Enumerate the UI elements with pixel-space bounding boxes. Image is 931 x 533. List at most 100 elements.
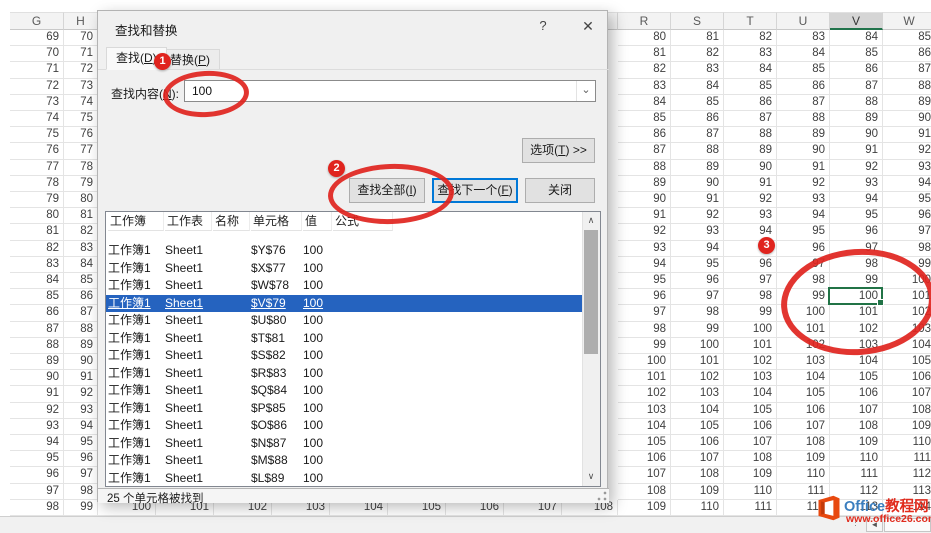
- cell-R12[interactable]: 91: [618, 208, 671, 224]
- cell-V3[interactable]: 86: [830, 62, 883, 78]
- cell-W25[interactable]: 109: [883, 419, 931, 435]
- cell-G22[interactable]: 90: [10, 370, 64, 386]
- cell-T28[interactable]: 109: [724, 467, 777, 483]
- cell-S26[interactable]: 106: [671, 435, 724, 451]
- cell-R1[interactable]: 80: [618, 30, 671, 46]
- result-row-W78[interactable]: 工作簿1Sheet1$W$78100: [106, 277, 584, 295]
- cell-R17[interactable]: 96: [618, 289, 671, 305]
- cell-U6[interactable]: 88: [777, 111, 830, 127]
- cell-H5[interactable]: 74: [64, 95, 98, 111]
- cell-G7[interactable]: 75: [10, 127, 64, 143]
- cell-V11[interactable]: 94: [830, 192, 883, 208]
- cell-W2[interactable]: 86: [883, 46, 931, 62]
- cell-G19[interactable]: 87: [10, 322, 64, 338]
- cell-S21[interactable]: 101: [671, 354, 724, 370]
- cell-T27[interactable]: 108: [724, 451, 777, 467]
- cell-V8[interactable]: 91: [830, 143, 883, 159]
- column-header-H[interactable]: H: [64, 12, 98, 30]
- cell-H2[interactable]: 71: [64, 46, 98, 62]
- cell-H20[interactable]: 89: [64, 338, 98, 354]
- cell-T29[interactable]: 110: [724, 484, 777, 500]
- cell-R26[interactable]: 105: [618, 435, 671, 451]
- cell-T2[interactable]: 83: [724, 46, 777, 62]
- cell-T19[interactable]: 100: [724, 322, 777, 338]
- cell-W13[interactable]: 97: [883, 224, 931, 240]
- cell-S13[interactable]: 93: [671, 224, 724, 240]
- cell-G3[interactable]: 71: [10, 62, 64, 78]
- cell-S16[interactable]: 96: [671, 273, 724, 289]
- results-column-header[interactable]: 工作表: [165, 212, 212, 231]
- close-button[interactable]: 关闭: [525, 178, 595, 203]
- cell-S1[interactable]: 81: [671, 30, 724, 46]
- cell-U24[interactable]: 106: [777, 403, 830, 419]
- cell-G26[interactable]: 94: [10, 435, 64, 451]
- cell-H3[interactable]: 72: [64, 62, 98, 78]
- cell-H7[interactable]: 76: [64, 127, 98, 143]
- column-header-V[interactable]: V: [830, 12, 883, 30]
- cell-T15[interactable]: 96: [724, 257, 777, 273]
- cell-T25[interactable]: 106: [724, 419, 777, 435]
- cell-W23[interactable]: 107: [883, 386, 931, 402]
- cell-R30[interactable]: 109: [618, 500, 671, 516]
- result-row-L89[interactable]: 工作簿1Sheet1$L$89100: [106, 470, 584, 488]
- cell-T11[interactable]: 92: [724, 192, 777, 208]
- cell-U22[interactable]: 104: [777, 370, 830, 386]
- cell-S30[interactable]: 110: [671, 500, 724, 516]
- scrollbar-thumb[interactable]: [584, 230, 598, 354]
- cell-G25[interactable]: 93: [10, 419, 64, 435]
- cell-V26[interactable]: 109: [830, 435, 883, 451]
- cell-W10[interactable]: 94: [883, 176, 931, 192]
- cell-T26[interactable]: 107: [724, 435, 777, 451]
- scroll-up-icon[interactable]: ∧: [583, 213, 599, 229]
- cell-G29[interactable]: 97: [10, 484, 64, 500]
- column-header-R[interactable]: R: [618, 12, 671, 30]
- cell-G12[interactable]: 80: [10, 208, 64, 224]
- cell-H18[interactable]: 87: [64, 305, 98, 321]
- cell-R2[interactable]: 81: [618, 46, 671, 62]
- cell-H15[interactable]: 84: [64, 257, 98, 273]
- cell-W28[interactable]: 112: [883, 467, 931, 483]
- cell-G8[interactable]: 76: [10, 143, 64, 159]
- results-column-header[interactable]: 值: [303, 212, 332, 231]
- cell-T10[interactable]: 91: [724, 176, 777, 192]
- cell-G16[interactable]: 84: [10, 273, 64, 289]
- cell-S20[interactable]: 100: [671, 338, 724, 354]
- cell-G6[interactable]: 74: [10, 111, 64, 127]
- close-icon[interactable]: ✕: [573, 13, 603, 39]
- cell-V4[interactable]: 87: [830, 79, 883, 95]
- cell-S17[interactable]: 97: [671, 289, 724, 305]
- cell-W24[interactable]: 108: [883, 403, 931, 419]
- cell-T24[interactable]: 105: [724, 403, 777, 419]
- results-column-header[interactable]: 名称: [213, 212, 250, 231]
- result-row-S82[interactable]: 工作簿1Sheet1$S$82100: [106, 347, 584, 365]
- cell-H4[interactable]: 73: [64, 79, 98, 95]
- cell-H10[interactable]: 79: [64, 176, 98, 192]
- cell-H21[interactable]: 90: [64, 354, 98, 370]
- cell-U13[interactable]: 95: [777, 224, 830, 240]
- cell-S7[interactable]: 87: [671, 127, 724, 143]
- cell-S9[interactable]: 89: [671, 160, 724, 176]
- cell-G5[interactable]: 73: [10, 95, 64, 111]
- cell-H29[interactable]: 98: [64, 484, 98, 500]
- column-header-W[interactable]: W: [883, 12, 931, 30]
- cell-W9[interactable]: 93: [883, 160, 931, 176]
- cell-H9[interactable]: 78: [64, 160, 98, 176]
- cell-G23[interactable]: 91: [10, 386, 64, 402]
- cell-G15[interactable]: 83: [10, 257, 64, 273]
- column-header-S[interactable]: S: [671, 12, 724, 30]
- cell-U21[interactable]: 103: [777, 354, 830, 370]
- result-row-M88[interactable]: 工作簿1Sheet1$M$88100: [106, 452, 584, 470]
- cell-S8[interactable]: 88: [671, 143, 724, 159]
- cell-R18[interactable]: 97: [618, 305, 671, 321]
- cell-G2[interactable]: 70: [10, 46, 64, 62]
- cell-R27[interactable]: 106: [618, 451, 671, 467]
- results-column-header[interactable]: 单元格: [251, 212, 302, 231]
- cell-T20[interactable]: 101: [724, 338, 777, 354]
- cell-S3[interactable]: 83: [671, 62, 724, 78]
- cell-V13[interactable]: 96: [830, 224, 883, 240]
- cell-U11[interactable]: 93: [777, 192, 830, 208]
- cell-R25[interactable]: 104: [618, 419, 671, 435]
- cell-W11[interactable]: 95: [883, 192, 931, 208]
- cell-U23[interactable]: 105: [777, 386, 830, 402]
- cell-R22[interactable]: 101: [618, 370, 671, 386]
